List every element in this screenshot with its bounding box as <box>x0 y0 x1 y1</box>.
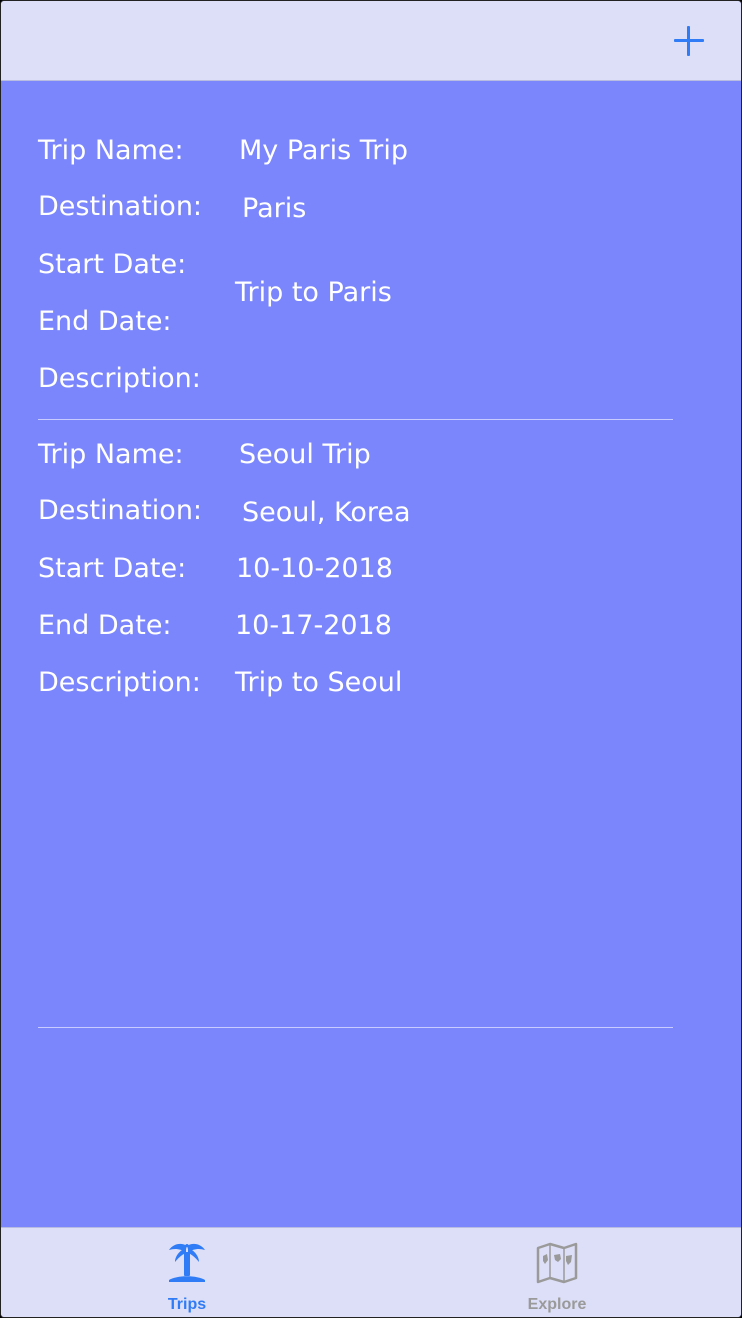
tab-explore[interactable]: Explore <box>457 1228 657 1317</box>
description-label: Description: <box>38 363 201 394</box>
end-date-label: End Date: <box>38 610 172 641</box>
tab-bar: Trips Explore <box>1 1227 741 1317</box>
start-date-value: 10-10-2018 <box>236 553 393 584</box>
destination-label: Destination: <box>38 191 203 222</box>
trip-name-value: Seoul Trip <box>239 439 371 470</box>
destination-value: Paris <box>242 193 307 224</box>
description-label: Description: <box>38 667 201 698</box>
navigation-bar <box>1 1 741 81</box>
trip-name-label: Trip Name: <box>38 439 184 470</box>
add-trip-button[interactable] <box>671 23 707 59</box>
end-date-label: End Date: <box>38 306 172 337</box>
start-date-label: Start Date: <box>38 249 187 280</box>
tab-trips[interactable]: Trips <box>87 1228 287 1317</box>
app-screen: Trip Name: My Paris Trip Destination: Pa… <box>0 0 742 1318</box>
description-value: Trip to Seoul <box>235 667 403 698</box>
map-icon <box>536 1242 578 1284</box>
destination-value: Seoul, Korea <box>242 497 411 528</box>
trip-name-value: My Paris Trip <box>239 135 408 166</box>
destination-label: Destination: <box>38 495 203 526</box>
cell-separator <box>38 419 673 420</box>
end-date-value: 10-17-2018 <box>235 610 392 641</box>
tab-explore-label: Explore <box>527 1296 587 1313</box>
tab-trips-label: Trips <box>167 1296 207 1313</box>
start-date-label: Start Date: <box>38 553 187 584</box>
trip-name-label: Trip Name: <box>38 135 184 166</box>
cell-separator <box>38 1027 673 1028</box>
description-value: Trip to Paris <box>235 277 392 308</box>
trip-list[interactable]: Trip Name: My Paris Trip Destination: Pa… <box>1 82 741 1229</box>
palm-tree-icon <box>169 1243 205 1282</box>
